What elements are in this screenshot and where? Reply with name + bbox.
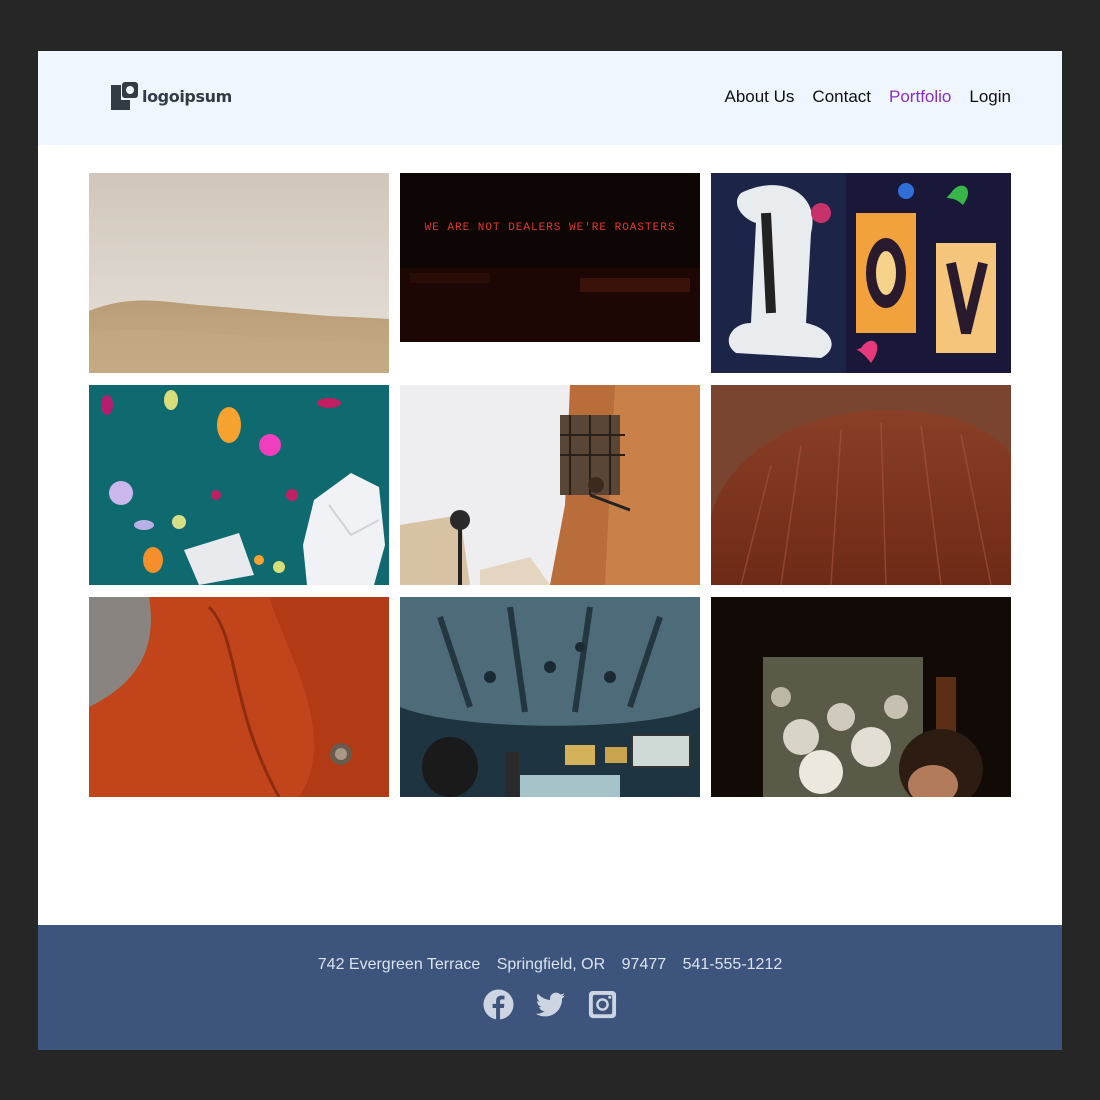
bus-interior-image bbox=[400, 597, 700, 797]
photo-brick-building[interactable] bbox=[400, 385, 700, 585]
brick-building-image bbox=[400, 385, 700, 585]
social-links bbox=[38, 989, 1062, 1020]
nav-contact[interactable]: Contact bbox=[812, 86, 871, 108]
footer-zip: 97477 bbox=[621, 956, 667, 973]
footer-phone[interactable]: 541-555-1212 bbox=[683, 956, 783, 973]
logo-text: logoipsum bbox=[142, 86, 232, 106]
footer-city: Springfield, OR bbox=[496, 956, 606, 973]
photo-desert-dunes[interactable] bbox=[89, 173, 389, 373]
photo-painted-window[interactable] bbox=[711, 173, 1011, 373]
photo-neon-sign[interactable]: WE ARE NOT DEALERS WE'RE ROASTERS bbox=[400, 173, 700, 342]
photo-bus-interior[interactable] bbox=[400, 597, 700, 797]
logo[interactable]: logoipsum bbox=[111, 82, 232, 110]
photo-flowers-window[interactable] bbox=[711, 597, 1011, 797]
logo-icon bbox=[111, 82, 138, 110]
twitter-icon[interactable] bbox=[535, 989, 566, 1020]
auburn-hair-image bbox=[711, 385, 1011, 585]
photo-auburn-hair[interactable] bbox=[711, 385, 1011, 585]
footer-address: 742 Evergreen Terrace Springfield, OR 97… bbox=[38, 955, 1062, 975]
site-header: logoipsum About Us Contact Portfolio Log… bbox=[38, 51, 1062, 145]
instagram-icon[interactable] bbox=[587, 989, 618, 1020]
neon-sign-image: WE ARE NOT DEALERS WE'RE ROASTERS bbox=[400, 173, 700, 342]
desert-image bbox=[89, 173, 389, 373]
site-footer: 742 Evergreen Terrace Springfield, OR 97… bbox=[38, 925, 1062, 1050]
photo-confetti[interactable] bbox=[89, 385, 389, 585]
neon-sign-text: WE ARE NOT DEALERS WE'RE ROASTERS bbox=[425, 222, 676, 234]
painted-window-image bbox=[711, 173, 1011, 373]
orange-jacket-image bbox=[89, 597, 389, 797]
main-nav: About Us Contact Portfolio Login bbox=[724, 86, 1011, 108]
nav-portfolio[interactable]: Portfolio bbox=[889, 86, 951, 108]
photo-orange-jacket[interactable] bbox=[89, 597, 389, 797]
footer-street: 742 Evergreen Terrace bbox=[317, 956, 481, 973]
facebook-icon[interactable] bbox=[482, 989, 514, 1020]
portfolio-gallery: WE ARE NOT DEALERS WE'RE ROASTERS bbox=[89, 173, 1011, 797]
flowers-window-image bbox=[711, 597, 1011, 797]
nav-about-us[interactable]: About Us bbox=[724, 86, 794, 108]
nav-login[interactable]: Login bbox=[969, 86, 1011, 108]
confetti-image bbox=[89, 385, 389, 585]
page: logoipsum About Us Contact Portfolio Log… bbox=[38, 51, 1062, 1050]
